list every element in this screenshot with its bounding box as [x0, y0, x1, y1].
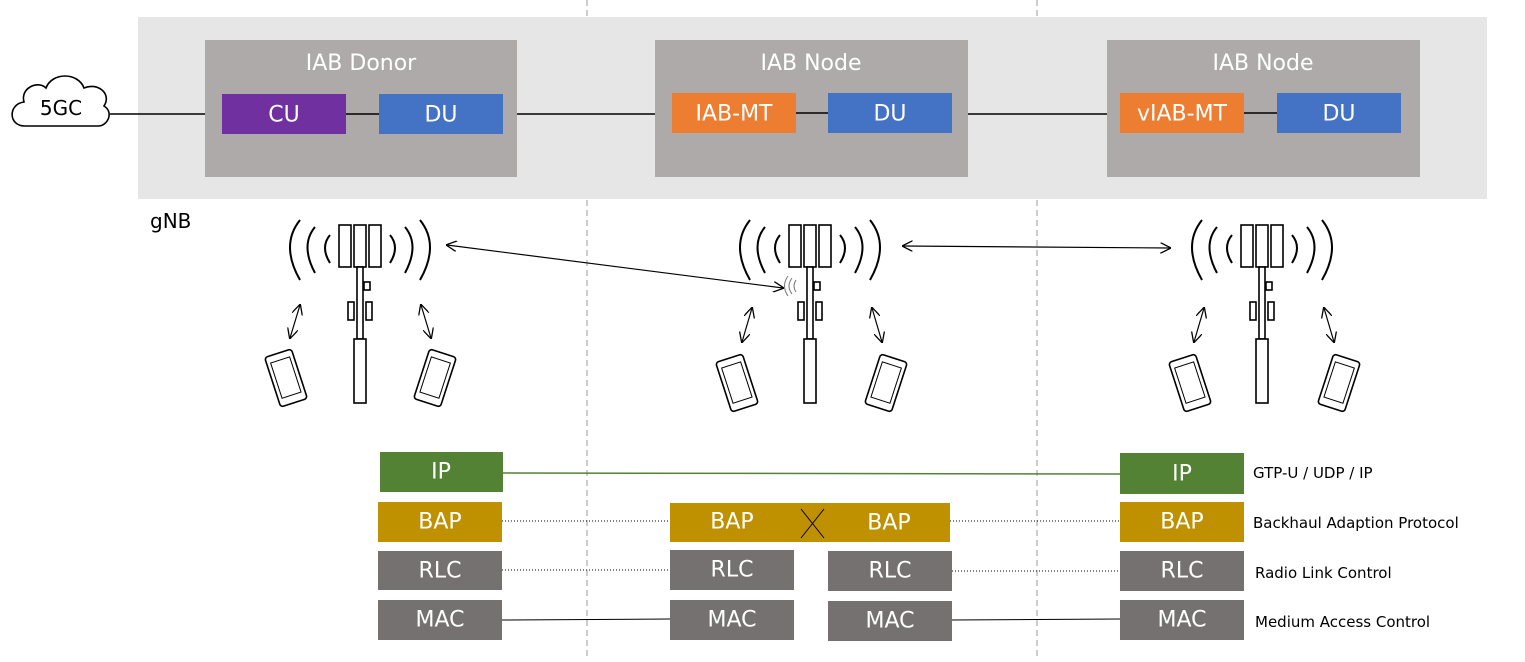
mac-layer: MAC — [1157, 608, 1206, 633]
phone-icon — [263, 348, 309, 408]
bap-layer: BAP — [1160, 510, 1203, 535]
node-iab-node-2: IAB Node vIAB-MT DU — [1107, 40, 1420, 177]
access-arrow — [1194, 308, 1204, 342]
tower-icon — [739, 219, 881, 404]
bap-layer: BAP — [418, 510, 461, 535]
phone-icon — [1316, 353, 1362, 413]
vmt-label: vIAB-MT — [1137, 102, 1228, 127]
phone-icon — [863, 353, 909, 413]
ip-link — [502, 472, 1121, 475]
tower-icon — [1191, 219, 1333, 404]
access-arrow — [290, 305, 300, 338]
rlc-layer: RLC — [711, 558, 754, 583]
phone-icon — [412, 348, 458, 408]
legend-mac: Medium Access Control — [1255, 613, 1430, 631]
phone-icon — [714, 353, 760, 413]
rlc-layer: RLC — [419, 559, 462, 584]
du-label: DU — [1322, 102, 1355, 127]
rlc-layer: RLC — [869, 559, 912, 584]
ip-layer: IP — [1172, 462, 1192, 487]
mac-layer: MAC — [707, 608, 756, 633]
phone-icon — [1167, 353, 1213, 413]
rlc-layer: RLC — [1161, 559, 1204, 584]
ip-layer: IP — [431, 460, 451, 485]
mac-link — [951, 618, 1121, 621]
tower-icon — [289, 219, 431, 404]
node2-stack: IP BAP RLC MAC — [1120, 453, 1244, 640]
node-iab-node-1: IAB Node IAB-MT DU — [655, 40, 968, 177]
node-stack: BAP BAP RLC RLC MAC MAC — [670, 503, 952, 641]
bap-layer: BAP — [710, 510, 753, 535]
du-label: DU — [424, 103, 457, 128]
mt-antenna-icon — [784, 275, 797, 297]
mt-label: IAB-MT — [696, 102, 774, 127]
access-arrow — [872, 308, 882, 342]
node-title: IAB Donor — [306, 51, 417, 76]
node-title: IAB Node — [760, 51, 861, 76]
access-arrow — [421, 305, 431, 338]
mac-layer: MAC — [865, 609, 914, 634]
cloud-icon: 5GC — [11, 75, 110, 127]
mac-layer: MAC — [415, 608, 464, 633]
legend-ip: GTP-U / UDP / IP — [1253, 464, 1373, 482]
gnb-label: gNB — [150, 209, 191, 233]
core-label: 5GC — [40, 96, 82, 120]
cu-label: CU — [268, 103, 299, 128]
backhaul-arrow — [903, 246, 1170, 248]
legend-rlc: Radio Link Control — [1255, 564, 1392, 582]
access-arrow — [1324, 308, 1334, 342]
donor-stack: IP BAP RLC MAC — [378, 452, 503, 640]
node-iab-donor: IAB Donor CU DU — [205, 40, 517, 177]
node-title: IAB Node — [1212, 51, 1313, 76]
du-label: DU — [873, 102, 906, 127]
backhaul-arrow — [447, 245, 783, 288]
legend-bap: Backhaul Adaption Protocol — [1253, 514, 1459, 532]
access-arrow — [742, 308, 752, 342]
mac-link — [501, 618, 671, 621]
iab-architecture-diagram: 5GC IAB Donor CU DU IAB Node IAB-MT DU I… — [11, 0, 1487, 657]
bap-layer: BAP — [867, 511, 910, 536]
